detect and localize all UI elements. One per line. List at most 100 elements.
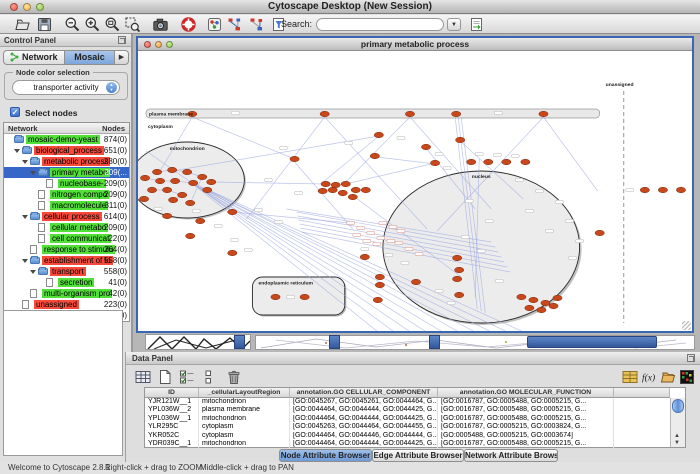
network-node[interactable] (455, 267, 464, 272)
network-node[interactable] (331, 182, 340, 187)
network-edge[interactable] (346, 163, 435, 184)
column-header[interactable]: ID (145, 388, 199, 398)
network-node[interactable] (452, 111, 461, 116)
network-node[interactable] (405, 111, 414, 116)
network-node[interactable] (341, 181, 350, 186)
network-node[interactable] (373, 297, 382, 302)
tree-row[interactable]: response to stimulu264(0) (4, 244, 129, 255)
search-options-button[interactable]: ▼ (447, 18, 461, 31)
tree-row[interactable]: macromolecule311(0) (4, 200, 129, 211)
vizmapper-button[interactable] (226, 16, 243, 33)
network-node[interactable] (348, 194, 357, 199)
network-node[interactable] (374, 132, 383, 137)
import-attributes-button[interactable] (659, 368, 677, 386)
tab-node-attribute-browser[interactable]: Node Attribute Browser (279, 449, 372, 462)
network-node[interactable] (328, 187, 337, 192)
network-node[interactable] (139, 196, 148, 201)
zoom-in-button[interactable] (84, 16, 101, 33)
network-node[interactable] (183, 169, 192, 174)
network-node[interactable] (517, 294, 526, 299)
new-attribute-button[interactable] (156, 368, 174, 386)
network-node[interactable] (162, 213, 171, 218)
search-input[interactable] (316, 18, 444, 31)
background-window-border[interactable] (329, 335, 340, 349)
table-settings-button[interactable] (621, 368, 639, 386)
network-node[interactable] (595, 230, 604, 235)
resize-grip[interactable] (682, 321, 691, 330)
delete-attribute-button[interactable] (225, 368, 243, 386)
network-window-titlebar[interactable]: primary metabolic process (138, 38, 692, 51)
network-node[interactable] (537, 307, 546, 312)
graphics-details-button[interactable] (206, 16, 223, 33)
tree-row[interactable]: metabolic process280(0) (4, 156, 129, 167)
network-edge[interactable] (543, 117, 597, 191)
expander-icon[interactable] (30, 270, 36, 274)
import-network-button[interactable] (468, 16, 485, 33)
network-node[interactable] (502, 159, 511, 164)
tree-row[interactable]: nucleobase-209(0) (4, 178, 129, 189)
network-node[interactable] (539, 111, 548, 116)
network-node[interactable] (198, 174, 207, 179)
table-row[interactable]: YLR295Ccytoplasm[GO:0045263, GO:0044464,… (145, 423, 685, 431)
network-node[interactable] (375, 274, 384, 279)
birdseye-view[interactable] (3, 310, 123, 456)
network-node[interactable] (467, 159, 476, 164)
network-node[interactable] (529, 297, 538, 302)
network-node[interactable] (155, 178, 164, 183)
network-node[interactable] (421, 144, 430, 149)
network-canvas[interactable]: plasma membranecytoplasmmitochondrionnuc… (138, 51, 692, 331)
network-node[interactable] (207, 179, 216, 184)
network-node[interactable] (658, 187, 667, 192)
tree-row[interactable]: primary metabo209(... (4, 167, 129, 178)
network-node[interactable] (178, 192, 187, 197)
tab-edge-attribute-browser[interactable]: Edge Attribute Browser (372, 449, 464, 462)
network-node[interactable] (203, 187, 212, 192)
tree-row[interactable]: cellular metabo209(0) (4, 222, 129, 233)
network-node[interactable] (676, 187, 685, 192)
tree-row[interactable]: biological_process651(0) (4, 145, 129, 156)
network-node[interactable] (453, 255, 462, 260)
expander-icon[interactable] (22, 160, 28, 164)
network-node[interactable] (228, 209, 237, 214)
network-edge[interactable] (377, 157, 435, 164)
table-row[interactable]: YPL036W__2plasma membrane[GO:0044464, GO… (145, 406, 685, 414)
network-node[interactable] (171, 178, 180, 183)
save-button[interactable] (36, 16, 53, 33)
network-node[interactable] (525, 305, 534, 310)
scroll-down-icon[interactable]: ▼ (674, 440, 680, 446)
network-edge[interactable] (343, 117, 410, 185)
float-panel-icon[interactable] (118, 36, 126, 44)
network-node[interactable] (300, 294, 309, 299)
tab-overflow-button[interactable]: ▶ (115, 50, 129, 65)
zoom-out-button[interactable] (64, 16, 81, 33)
scrollbar-thumb[interactable] (672, 399, 684, 413)
snapshot-button[interactable] (152, 16, 169, 33)
network-node[interactable] (484, 159, 493, 164)
network-node[interactable] (169, 197, 178, 202)
attribute-table-button[interactable] (134, 368, 152, 386)
network-node[interactable] (152, 169, 161, 174)
float-panel-icon[interactable] (687, 354, 695, 362)
table-row[interactable]: YKR052Ccytoplasm[GO:0044464, GO:0044446,… (145, 432, 685, 440)
tree-row[interactable]: secretion41(0) (4, 277, 129, 288)
table-scrollbar[interactable]: ▲ ▼ (670, 398, 685, 447)
plasma-membrane-region[interactable] (146, 109, 600, 118)
network-node[interactable] (189, 180, 198, 185)
expander-icon[interactable] (22, 215, 28, 219)
expander-icon[interactable] (14, 149, 20, 153)
network-node[interactable] (541, 300, 550, 305)
table-row[interactable]: YDR039C__1mitochondrion[GO:0044464, GO:0… (145, 440, 685, 448)
tab-network-attribute-browser[interactable]: Network Attribute Browser (464, 449, 558, 462)
attribute-table[interactable]: ID_cellularLayoutRegionannotation.GO CEL… (144, 387, 686, 448)
table-row[interactable]: YJR121W__1mitochondrion[GO:0045267, GO:0… (145, 398, 685, 406)
tree-row[interactable]: nitrogen compo209(0) (4, 189, 129, 200)
unselect-attributes-button[interactable] (202, 368, 220, 386)
tree-row[interactable]: multi-organism pro42(0) (4, 288, 129, 299)
tree-row[interactable]: cell communicat22(0) (4, 233, 129, 244)
network-node[interactable] (320, 111, 329, 116)
network-node[interactable] (549, 303, 558, 308)
network-node[interactable] (271, 294, 280, 299)
network-node[interactable] (168, 167, 177, 172)
network-node[interactable] (370, 153, 379, 158)
select-nodes-checkbox[interactable]: ✓ (10, 107, 20, 117)
